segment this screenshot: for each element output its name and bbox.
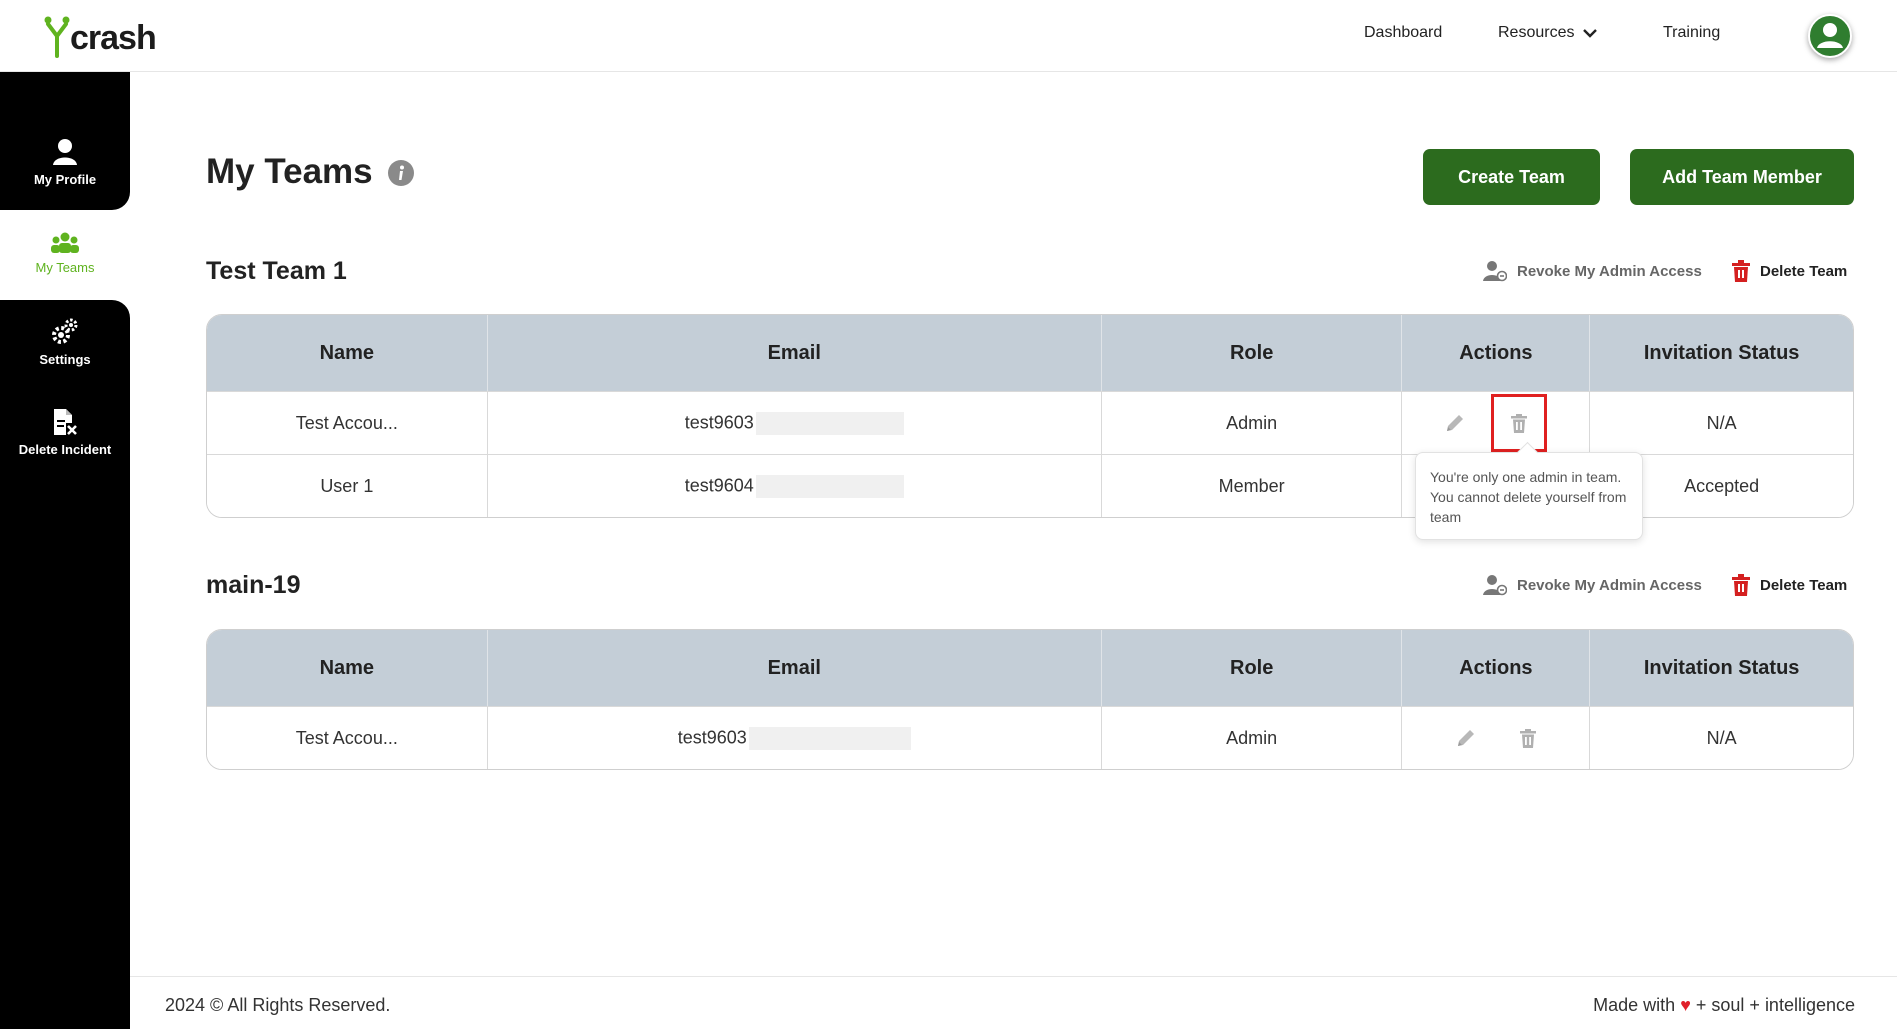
member-email-cell: test9603 [487,391,1102,454]
revoke-user-icon [1483,575,1507,596]
redacted-email-mask [755,411,904,435]
copyright-text: 2024 © All Rights Reserved. [165,995,391,1015]
delete-tooltip: You're only one admin in team. You canno… [1415,452,1643,540]
revoke-user-icon [1483,261,1507,282]
logo-mark-icon [44,16,70,58]
column-header: Name [207,315,488,391]
sidebar-item-my-teams[interactable]: My Teams [0,232,130,275]
member-actions [1402,706,1591,769]
revoke-admin-access-link[interactable]: Revoke My Admin Access [1483,260,1702,282]
delete-team-link[interactable]: Delete Team [1732,574,1847,596]
member-role: Member [1101,454,1403,517]
member-role: Admin [1101,391,1403,454]
revoke-label: Revoke My Admin Access [1517,262,1702,280]
create-team-button[interactable]: Create Team [1423,149,1600,205]
sidebar-item-label: Delete Incident [18,442,112,457]
nav-training-label: Training [1663,24,1721,41]
delete-team-link[interactable]: Delete Team [1732,260,1847,282]
delete-member-button[interactable] [1491,394,1548,452]
redacted-email-mask [748,726,911,750]
create-team-label: Create Team [1458,166,1565,187]
member-email-cell: test9603 [487,706,1102,769]
team-table: Name Email Role Actions Invitation Statu… [206,629,1854,770]
column-header: Role [1101,315,1403,391]
table-header-row: Name Email Role Actions Invitation Statu… [207,315,1853,391]
table-row: Test Accou... test9603 Admin N/A [207,706,1853,769]
column-header: Email [487,630,1102,706]
revoke-label: Revoke My Admin Access [1517,576,1702,594]
page-footer: 2024 © All Rights Reserved. Made with ♥ … [130,976,1897,1029]
member-name: User 1 [207,454,488,517]
made-with-label: Made with [1593,995,1676,1015]
table-row: Test Accou... test9603 Admin N/A [207,391,1853,454]
sidebar-item-settings[interactable]: Settings [0,318,130,367]
tagline-text: + soul + intelligence [1695,995,1855,1015]
sidebar-item-my-profile[interactable]: My Profile [0,138,130,187]
page-title: My Teams [206,152,373,191]
column-header: Invitation Status [1590,630,1853,706]
team-title: Test Team 1 [206,257,347,285]
delete-file-icon [54,409,77,435]
column-header: Email [487,315,1102,391]
logo-text: crash [70,19,157,57]
info-icon[interactable] [388,160,414,186]
member-email-cell: test9604 [487,454,1102,517]
made-with-text: Made with ♥ + soul + intelligence [1593,995,1855,1016]
edit-pencil-icon[interactable] [1444,412,1466,434]
revoke-admin-access-link[interactable]: Revoke My Admin Access [1483,574,1702,596]
trash-icon [1511,413,1528,433]
user-icon [53,139,77,165]
user-avatar-icon [1817,23,1843,48]
nav-dashboard-label: Dashboard [1364,24,1443,41]
member-name: Test Accou... [207,706,488,769]
trash-red-icon [1732,574,1750,596]
delete-team-label: Delete Team [1760,262,1848,280]
column-header: Invitation Status [1590,315,1853,391]
redacted-email-mask [755,474,904,498]
trash-red-icon [1732,260,1750,282]
nav-training[interactable]: Training [1663,24,1720,42]
sidebar-item-delete-incident[interactable]: Delete Incident [0,408,130,457]
top-header: crash Dashboard Resources Training [0,0,1897,72]
edit-pencil-icon[interactable] [1455,727,1477,749]
member-email: test9603 [677,726,747,747]
column-header: Role [1101,630,1403,706]
sidebar-item-label: Settings [39,352,91,367]
ycrash-logo[interactable]: crash [44,14,157,58]
invitation-status: N/A [1590,706,1853,769]
column-header: Actions [1402,315,1591,391]
invitation-status: N/A [1590,391,1853,454]
heart-icon: ♥ [1680,995,1691,1015]
team-title: main-19 [206,571,301,599]
member-email: test9604 [684,474,754,495]
table-header-row: Name Email Role Actions Invitation Statu… [207,630,1853,706]
chevron-down-icon [1583,29,1598,38]
team-icon [51,232,79,253]
nav-resources-label: Resources [1498,24,1575,41]
sidebar-item-label: My Profile [33,172,97,187]
member-email: test9603 [684,411,754,432]
nav-dashboard[interactable]: Dashboard [1364,24,1442,42]
column-header: Actions [1402,630,1591,706]
user-avatar[interactable] [1808,14,1852,58]
member-role: Admin [1101,706,1403,769]
nav-resources[interactable]: Resources [1498,24,1598,42]
trash-icon[interactable] [1520,728,1537,748]
member-actions [1402,391,1591,454]
add-team-member-label: Add Team Member [1662,166,1822,187]
gears-icon [52,318,78,344]
member-name: Test Accou... [207,391,488,454]
column-header: Name [207,630,488,706]
add-team-member-button[interactable]: Add Team Member [1630,149,1854,205]
delete-team-label: Delete Team [1760,576,1848,594]
sidebar-item-label: My Teams [35,260,95,275]
